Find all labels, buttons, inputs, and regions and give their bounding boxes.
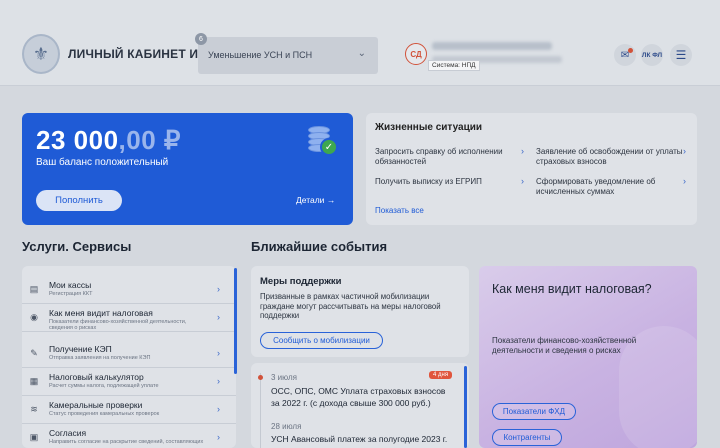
calculator-icon: ▦ [29, 375, 39, 386]
balance-amount: 23 000,00 ₽ [36, 125, 181, 155]
check-icon: ✓ [320, 138, 338, 156]
consent-icon: ▣ [29, 431, 39, 442]
service-my-cash[interactable]: ▤ Мои кассы Регистрация ККТ › [22, 276, 236, 304]
tax-view-card: Как меня видит налоговая? Показатели фин… [479, 266, 697, 448]
user-name-blurred [432, 42, 552, 50]
chevron-right-icon: › [217, 284, 220, 294]
life-item-egrip[interactable]: Получить выписку из ЕГРИП [375, 177, 523, 187]
service-tax-view[interactable]: ◉ Как меня видит налоговая Показатели фи… [22, 304, 236, 332]
service-inspections[interactable]: ≋ Камеральные проверки Статус проведения… [22, 396, 236, 424]
services-title: Услуги. Сервисы [22, 239, 132, 254]
life-item-notification[interactable]: Сформировать уведомление об исчисленных … [536, 177, 684, 197]
chevron-right-icon: › [521, 146, 524, 156]
profile-icon: ◉ [30, 311, 38, 322]
support-desc: Призванные в рамках частичной мобилизаци… [260, 292, 441, 320]
tax-view-title: Как меня видит налоговая? [492, 282, 652, 296]
life-situations-title: Жизненные ситуации [375, 122, 483, 133]
days-left-badge: 4 дня [429, 371, 453, 379]
event-date: 3 июля [271, 373, 297, 382]
show-all-link[interactable]: Показать все [375, 206, 424, 215]
chevron-right-icon: › [217, 312, 220, 322]
mail-button[interactable]: ✉ [614, 44, 636, 66]
tax-view-desc: Показатели финансово-хозяйственной деяте… [492, 336, 637, 355]
cash-register-icon: ▤ [29, 283, 39, 294]
chevron-right-icon: › [217, 404, 220, 414]
life-item-exemption[interactable]: Заявление об освобождении от уплаты стра… [536, 147, 684, 167]
tax-regime-select[interactable]: 6 Уменьшение УСН и ПСН ⌄ [195, 33, 378, 74]
header: ⚜ ЛИЧНЫЙ КАБИНЕТ ИП 6 Уменьшение УСН и П… [0, 0, 720, 86]
chevron-right-icon: › [217, 348, 220, 358]
service-calculator[interactable]: ▦ Налоговый калькулятор Расчет суммы нал… [22, 368, 236, 396]
event-text[interactable]: ОСС, ОПС, ОМС Уплата страховых взносов з… [271, 385, 451, 409]
notification-dot [628, 48, 633, 53]
system-tooltip: Система: НПД [428, 60, 480, 71]
service-consents[interactable]: ▣ Согласия Направить согласие на раскрыт… [22, 424, 236, 448]
service-kep[interactable]: ✎ Получение КЭП Отправка заявления на по… [22, 340, 236, 368]
menu-button[interactable]: ☰ [670, 44, 692, 66]
app-title: ЛИЧНЫЙ КАБИНЕТ ИП [68, 47, 208, 61]
timeline-line [260, 373, 261, 448]
support-title: Меры поддержки [260, 276, 342, 287]
lk-fl-button[interactable]: ЛК ФЛ [641, 44, 663, 66]
signature-icon: ✎ [30, 347, 38, 358]
chevron-right-icon: › [217, 432, 220, 442]
life-item-certificate[interactable]: Запросить справку об исполнении обязанно… [375, 147, 523, 167]
select-badge: 6 [195, 33, 207, 45]
counterparties-button[interactable]: Контрагенты [492, 429, 562, 446]
event-text[interactable]: УСН Авансовый платеж за полугодие 2023 г… [271, 433, 451, 445]
chevron-right-icon: › [683, 146, 686, 156]
report-mobilization-button[interactable]: Сообщить о мобилизации [260, 332, 383, 349]
arrow-right-icon: → [326, 195, 336, 205]
inspection-icon: ≋ [30, 403, 38, 414]
hamburger-icon: ☰ [675, 48, 687, 62]
events-scrollbar[interactable] [464, 366, 467, 448]
balance-label: Ваш баланс положительный [36, 157, 169, 168]
chevron-right-icon: › [217, 376, 220, 386]
life-situations-card: Жизненные ситуации Запросить справку об … [366, 113, 697, 225]
chevron-right-icon: › [521, 176, 524, 186]
services-scrollbar[interactable] [234, 268, 237, 374]
event-date: 28 июля [271, 422, 302, 431]
balance-card: 23 000,00 ₽ Ваш баланс положительный ✓ П… [22, 113, 353, 225]
services-list: ▤ Мои кассы Регистрация ККТ › ◉ Как меня… [22, 266, 236, 448]
top-up-button[interactable]: Пополнить [36, 190, 122, 211]
fns-emblem-icon[interactable]: ⚜ [22, 34, 60, 74]
timeline-dot [258, 375, 263, 380]
details-link[interactable]: Детали → [296, 195, 335, 205]
select-value: Уменьшение УСН и ПСН [208, 50, 313, 60]
support-card: Меры поддержки Призванные в рамках части… [251, 266, 469, 357]
fhd-indicators-button[interactable]: Показатели ФХД [492, 403, 576, 420]
avatar[interactable]: СД [405, 43, 427, 65]
chevron-down-icon: ⌄ [357, 48, 366, 59]
events-title: Ближайшие события [251, 239, 388, 254]
events-list: 3 июля 4 дня ОСС, ОПС, ОМС Уплата страхо… [251, 363, 469, 448]
chevron-right-icon: › [683, 176, 686, 186]
